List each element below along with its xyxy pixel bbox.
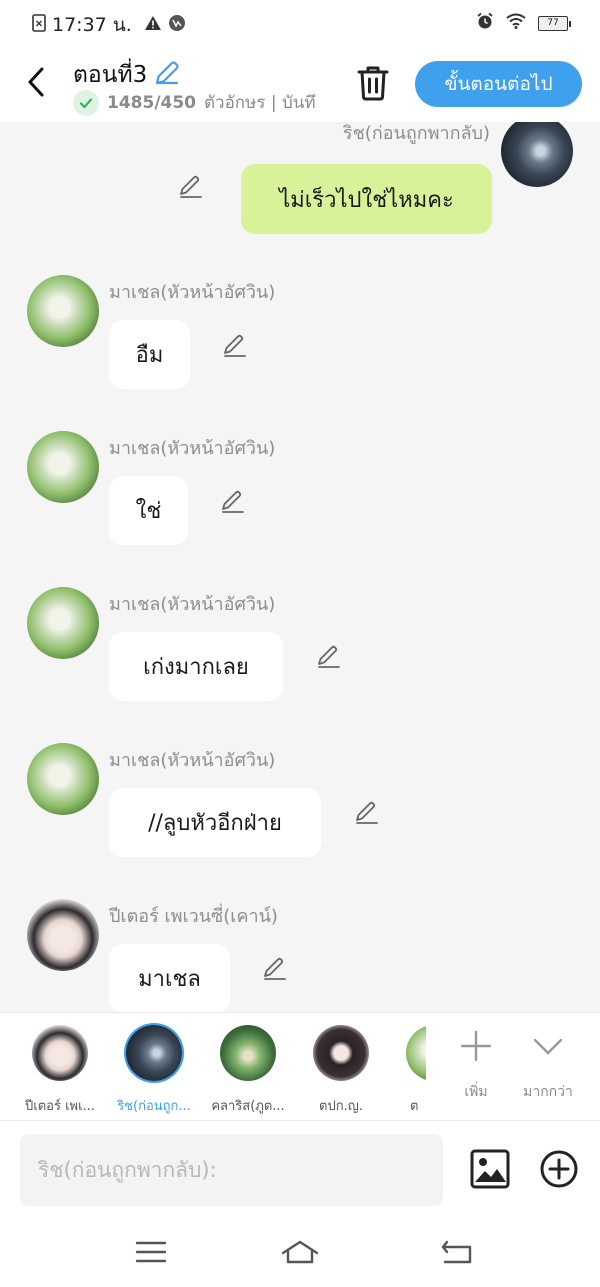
character-avatar	[313, 1025, 369, 1081]
file-error-icon	[32, 13, 46, 37]
episode-title: ตอนที่3	[73, 62, 148, 88]
sender-name: มาเชล(หัวหน้าอัศวิน)	[109, 594, 276, 615]
home-icon	[281, 1240, 319, 1264]
return-icon	[441, 1240, 472, 1264]
message-bubble[interactable]: ไม่เร็วไปใช่ไหมคะ	[241, 164, 492, 234]
add-content-button[interactable]	[539, 1149, 579, 1189]
sender-name: มาเชล(หัวหน้าอัศวิน)	[109, 438, 276, 459]
character-label: ต	[410, 1099, 419, 1114]
sender-avatar[interactable]	[27, 899, 99, 971]
character-avatar	[220, 1025, 276, 1081]
back-nav-button[interactable]	[437, 1237, 477, 1267]
insert-image-button[interactable]	[470, 1149, 510, 1189]
plus-icon	[460, 1030, 492, 1062]
system-nav-bar	[0, 1217, 600, 1287]
message-bubble[interactable]: มาเชล	[109, 944, 230, 1012]
plus-circle-icon	[540, 1150, 578, 1188]
chevron-down-icon	[533, 1038, 563, 1055]
character-count-suffix: ตัวอักษร | บันทึ	[204, 93, 316, 113]
back-arrow-icon	[28, 67, 44, 97]
sender-name: ปีเตอร์ เพเวนซี่(เคาน์)	[109, 906, 278, 927]
character-selector: ปีเตอร์ เพเ... ริช(ก่อนถูก... คลาริส(ภูต…	[0, 1012, 600, 1120]
trash-icon	[357, 66, 389, 101]
alarm-icon	[476, 12, 494, 34]
sender-name: มาเชล(หัวหน้าอัศวิน)	[109, 282, 276, 303]
character-label: ตปก.ญ.	[319, 1099, 363, 1114]
sender-name: มาเชล(หัวหน้าอัศวิน)	[109, 750, 276, 771]
character-avatar	[126, 1025, 182, 1081]
message-bubble[interactable]: //ลูบหัวอีกฝ่าย	[109, 788, 321, 857]
edit-message-icon[interactable]	[222, 333, 248, 359]
sender-avatar[interactable]	[27, 743, 99, 815]
edit-message-icon[interactable]	[220, 489, 246, 515]
more-characters-button[interactable]: มากกว่า	[513, 1029, 583, 1103]
sender-avatar[interactable]	[27, 275, 99, 347]
sender-avatar[interactable]	[27, 431, 99, 503]
wifi-icon	[506, 13, 526, 33]
saved-check-icon	[73, 89, 99, 116]
message-input[interactable]	[20, 1134, 443, 1206]
edit-message-icon[interactable]	[354, 800, 380, 826]
sender-avatar[interactable]	[27, 587, 99, 659]
app-notification-icon	[168, 14, 186, 37]
character-label: คลาริส(ภูต...	[211, 1099, 285, 1114]
character-avatar	[406, 1025, 426, 1081]
image-icon	[470, 1149, 510, 1189]
battery-icon: 77	[538, 15, 571, 31]
sender-avatar[interactable]	[501, 122, 573, 187]
edit-message-icon[interactable]	[316, 644, 342, 670]
back-button[interactable]	[22, 64, 52, 100]
edit-message-icon[interactable]	[262, 956, 288, 982]
home-nav-button[interactable]	[280, 1237, 320, 1267]
character-avatar	[32, 1025, 88, 1081]
header: ตอนที่3 1485/450 ตัวอักษร | บันทึ ขั้นตอ…	[0, 46, 600, 122]
more-label: มากกว่า	[523, 1084, 573, 1100]
chat-area[interactable]: ริช(ก่อนถูกพากลับ) ไม่เร็วไปใช่ไหมคะ มาเ…	[0, 122, 600, 1012]
menu-nav-button[interactable]	[131, 1237, 171, 1267]
next-step-button[interactable]: ขั้นตอนต่อไป	[415, 61, 582, 107]
character-label: ปีเตอร์ เพเ...	[25, 1099, 95, 1114]
message-bubble[interactable]: อืม	[109, 320, 190, 389]
edit-title-icon[interactable]	[153, 59, 181, 91]
status-bar: 17:37 น. 77	[0, 0, 600, 46]
delete-button[interactable]	[356, 64, 390, 102]
character-count: 1485/450	[107, 92, 197, 113]
character-item[interactable]: ตปก.ญ.	[293, 1025, 389, 1116]
character-label: ริช(ก่อนถูก...	[117, 1099, 191, 1114]
add-character-button[interactable]: เพิ่ม	[441, 1029, 511, 1103]
menu-icon	[135, 1241, 167, 1263]
warning-icon	[144, 14, 162, 36]
character-item[interactable]: ปีเตอร์ เพเ...	[12, 1025, 108, 1116]
message-composer	[0, 1120, 600, 1217]
character-item[interactable]: คลาริส(ภูต...	[200, 1025, 296, 1116]
message-bubble[interactable]: ใช่	[109, 476, 188, 545]
status-time: 17:37 น.	[52, 14, 132, 36]
character-item-selected[interactable]: ริช(ก่อนถูก...	[106, 1025, 202, 1116]
sender-name: ริช(ก่อนถูกพากลับ)	[342, 123, 490, 144]
edit-message-icon[interactable]	[178, 174, 204, 200]
character-item-partial[interactable]: ต	[402, 1025, 426, 1117]
message-bubble[interactable]: เก่งมากเลย	[109, 632, 283, 701]
add-label: เพิ่ม	[464, 1084, 488, 1100]
